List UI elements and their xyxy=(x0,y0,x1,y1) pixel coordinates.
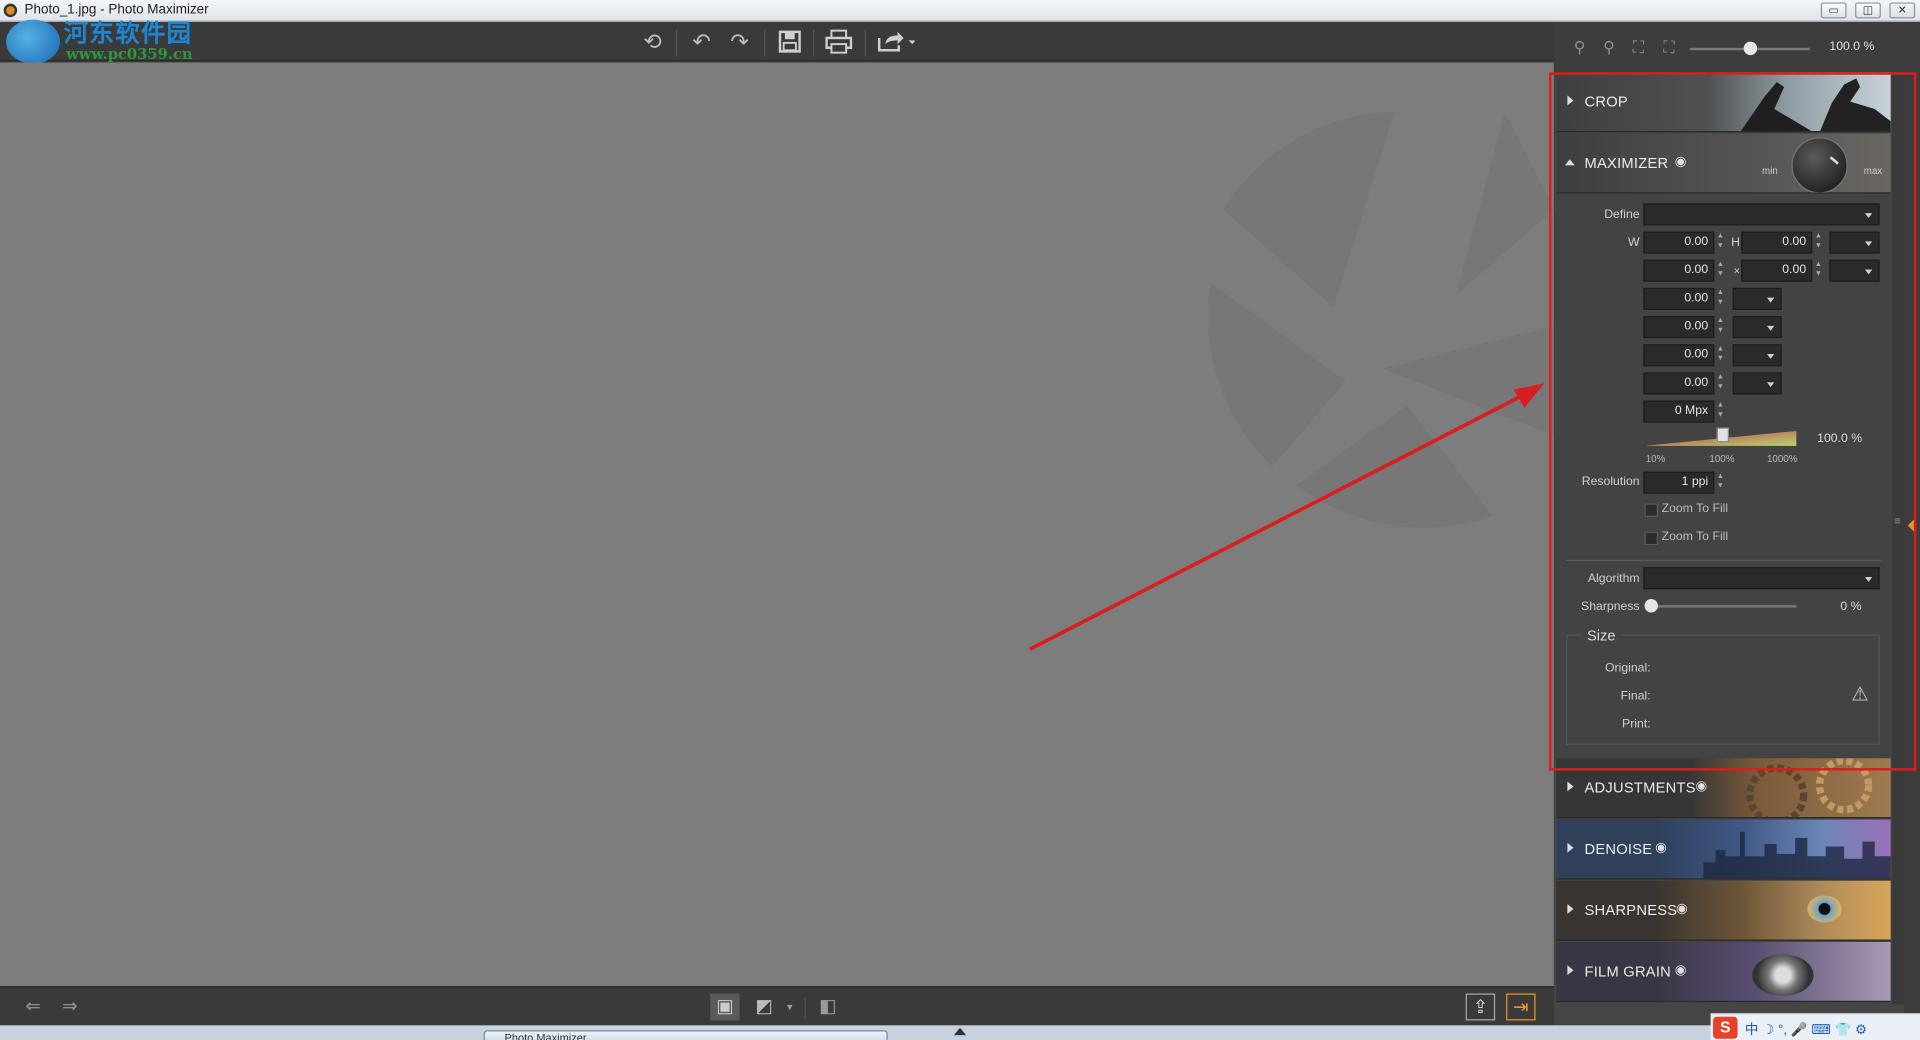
system-tray: S 中 ☽ °, 🎤 ⌨ 👕 ⚙ xyxy=(1710,1013,1920,1040)
sharpness-module-label: SHARPNESS xyxy=(1584,901,1678,919)
tiger-eye-graphic xyxy=(1807,895,1842,923)
watermark-logo xyxy=(6,19,61,64)
expand-arrow-icon xyxy=(1567,781,1574,792)
fit-screen-icon[interactable]: ⛶ xyxy=(1629,38,1649,58)
highlight-box xyxy=(1548,72,1917,771)
ime-status-icons[interactable]: 中 ☽ °, 🎤 ⌨ 👕 ⚙ xyxy=(1745,1019,1867,1039)
compare-view-icon[interactable]: ◧ xyxy=(813,993,842,1020)
share-icon[interactable] xyxy=(873,27,917,56)
film-grain-module-header[interactable]: FILM GRAIN ◉ xyxy=(1556,942,1891,1003)
sharpness-module-header[interactable]: SHARPNESS ◉ xyxy=(1556,880,1891,941)
visibility-eye-icon[interactable]: ◉ xyxy=(1674,902,1690,918)
previous-image-icon[interactable]: ⇐ xyxy=(17,993,49,1020)
city-skyline-graphic xyxy=(1703,831,1891,879)
image-canvas[interactable] xyxy=(0,62,1554,987)
toggle-panel-icon[interactable]: ⇥ xyxy=(1506,993,1536,1021)
view-dropdown-icon[interactable]: ▾ xyxy=(781,993,798,1020)
bottom-toolbar: ⇐ ⇒ ▣ ◩ ▾ ◧ ⇪ ⇥ xyxy=(0,986,1554,1026)
save-icon[interactable] xyxy=(773,27,807,56)
minimize-button[interactable]: ▭ xyxy=(1820,2,1847,19)
single-view-icon[interactable]: ▣ xyxy=(710,993,740,1021)
print-icon[interactable] xyxy=(822,27,856,56)
taskbar-app-button[interactable]: Photo Maximizer xyxy=(483,1030,888,1040)
denoise-label: DENOISE xyxy=(1584,840,1653,858)
aperture-watermark-graphic xyxy=(1208,111,1554,528)
adjustments-label: ADJUSTMENTS xyxy=(1584,779,1696,797)
close-button[interactable]: ✕ xyxy=(1889,2,1916,19)
app-window: Photo_1.jpg - Photo Maximizer ▭ ◫ ✕ ⟲ ↶ … xyxy=(0,0,1920,1040)
filmstrip-toggle-icon[interactable] xyxy=(953,1027,967,1036)
denoise-module-header[interactable]: DENOISE ◉ xyxy=(1556,819,1891,880)
maximize-button[interactable]: ◫ xyxy=(1855,2,1881,19)
watermark-url: www.pc0359.cn xyxy=(66,45,193,63)
toolbar-divider xyxy=(864,29,866,57)
actual-size-icon[interactable]: ⛶ xyxy=(1659,38,1679,58)
bottom-divider xyxy=(804,997,806,1020)
next-image-icon[interactable]: ⇒ xyxy=(54,993,86,1020)
main-toolbar: ⟲ ↶ ↷ xyxy=(0,22,1554,62)
split-view-icon[interactable]: ◩ xyxy=(749,993,778,1020)
zoom-out-icon[interactable]: ⚲ xyxy=(1570,38,1590,58)
expand-arrow-icon xyxy=(1567,842,1574,853)
export-icon[interactable]: ⇪ xyxy=(1465,993,1496,1021)
app-icon xyxy=(3,3,18,18)
toolbar-divider xyxy=(675,29,678,57)
film-grain-label: FILM GRAIN xyxy=(1584,962,1672,980)
expand-arrow-icon xyxy=(1567,965,1574,976)
undo-history-icon[interactable]: ⟲ xyxy=(636,27,670,56)
toolbar-divider xyxy=(813,29,815,57)
camera-lens-graphic xyxy=(1752,954,1814,996)
visibility-eye-icon[interactable]: ◉ xyxy=(1653,840,1669,856)
expand-arrow-icon xyxy=(1567,904,1574,914)
title-bar: Photo_1.jpg - Photo Maximizer ▭ ◫ ✕ xyxy=(0,0,1920,23)
zoom-slider-handle[interactable] xyxy=(1743,41,1758,56)
visibility-eye-icon[interactable]: ◉ xyxy=(1693,779,1709,795)
watermark-title: 河东软件园 xyxy=(63,18,193,48)
zoom-value: 100.0 % xyxy=(1829,40,1875,54)
toolbar-divider xyxy=(764,29,766,57)
zoom-in-icon[interactable]: ⚲ xyxy=(1599,38,1619,58)
visibility-eye-icon[interactable]: ◉ xyxy=(1673,963,1689,979)
ime-logo-icon[interactable]: S xyxy=(1713,1016,1738,1039)
undo-icon[interactable]: ↶ xyxy=(684,27,718,56)
redo-icon[interactable]: ↷ xyxy=(722,27,756,56)
